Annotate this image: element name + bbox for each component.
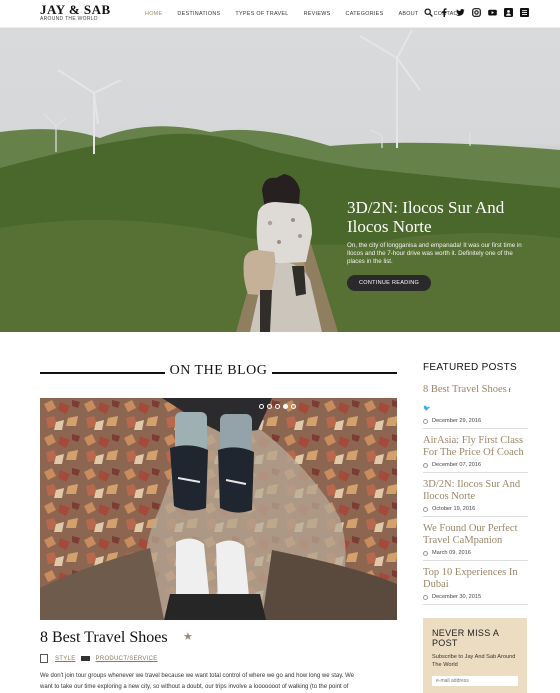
hero-banner[interactable]: 3D/2N: Ilocos Sur And Ilocos Norte On, t… xyxy=(0,28,560,332)
featured-post: 3D/2N: Ilocos Sur And Ilocos Norte Octob… xyxy=(423,479,528,517)
featured-post: AirAsia: Fly First Class For The Price O… xyxy=(423,435,528,473)
slider-dot[interactable] xyxy=(275,404,280,409)
site-logo[interactable]: JAY & SAB AROUND THE WORLD xyxy=(40,2,111,22)
post-excerpt-line: We don't join tour groups whenever we tr… xyxy=(40,673,354,679)
category-link-product-service[interactable]: PRODUCT/SERVICE xyxy=(96,656,158,662)
featured-post-date: December 29, 2016 xyxy=(423,418,528,424)
post-title[interactable]: 8 Best Travel Shoes xyxy=(40,629,168,647)
blog-section-heading: ON THE BLOG xyxy=(40,362,397,382)
slider-dot[interactable] xyxy=(259,404,264,409)
youtube-icon[interactable] xyxy=(488,8,497,17)
nav-types-of-travel[interactable]: TYPES OF TRAVEL xyxy=(235,11,288,17)
slider-dot-active[interactable] xyxy=(283,404,288,409)
continue-reading-button[interactable]: CONTINUE READING xyxy=(347,275,432,291)
clock-icon xyxy=(423,550,428,556)
post-excerpt-line: want to take our time exploring a new ci… xyxy=(40,684,349,690)
featured-post-title[interactable]: We Found Our Perfect Travel CaMpanion xyxy=(423,523,528,547)
nav-about[interactable]: ABOUT xyxy=(398,11,418,17)
heading-rule-left xyxy=(40,372,165,374)
featured-post-title[interactable]: AirAsia: Fly First Class For The Price O… xyxy=(423,435,528,459)
clock-icon xyxy=(423,594,428,600)
site-header: JAY & SAB AROUND THE WORLD HOME DESTINAT… xyxy=(0,0,560,28)
facebook-icon[interactable]: f xyxy=(509,388,511,394)
calendar-icon xyxy=(40,654,48,663)
featured-post: Top 10 Experiences In Dubai December 30,… xyxy=(423,567,528,605)
featured-post-date: October 19, 2016 xyxy=(423,506,528,512)
star-icon: ★ xyxy=(183,631,193,643)
date-text: December 07, 2016 xyxy=(432,462,482,468)
post-excerpt: We don't join tour groups whenever we tr… xyxy=(40,671,400,693)
newsletter-text: Subscribe to Jay And Sab Around The Worl… xyxy=(432,654,516,668)
logo-main-text: JAY & SAB xyxy=(40,2,111,17)
featured-post-date: December 30, 2015 xyxy=(423,594,528,600)
leaves-photo xyxy=(40,398,397,620)
date-text: March 09, 2016 xyxy=(432,550,471,556)
nav-destinations[interactable]: DESTINATIONS xyxy=(177,11,220,17)
nav-reviews[interactable]: REVIEWS xyxy=(304,11,331,17)
sidebar: FEATURED POSTS 8 Best Travel Shoes f 🐦 De… xyxy=(423,362,528,611)
main-nav: HOME DESTINATIONS TYPES OF TRAVEL REVIEW… xyxy=(145,11,461,17)
heading-rule-right xyxy=(272,372,397,374)
featured-post: We Found Our Perfect Travel CaMpanion Ma… xyxy=(423,523,528,561)
clock-icon xyxy=(423,462,428,468)
hero-excerpt: On, the city of longganisa and empanada!… xyxy=(347,242,522,265)
category-folder-icon xyxy=(80,656,90,661)
hero-text-block: 3D/2N: Ilocos Sur And Ilocos Norte On, t… xyxy=(347,198,522,291)
nav-home[interactable]: HOME xyxy=(145,11,162,17)
featured-post-title[interactable]: 8 Best Travel Shoes f xyxy=(423,384,528,397)
hero-title[interactable]: 3D/2N: Ilocos Sur And Ilocos Norte xyxy=(347,198,522,236)
post-meta: STYLE PRODUCT/SERVICE xyxy=(40,654,161,663)
slider-dot[interactable] xyxy=(291,404,296,409)
featured-post-title[interactable]: Top 10 Experiences In Dubai xyxy=(423,567,528,591)
featured-posts-heading: FEATURED POSTS xyxy=(423,362,518,373)
date-text: October 19, 2016 xyxy=(432,506,476,512)
header-icons xyxy=(424,8,529,17)
menu-icon[interactable] xyxy=(520,8,529,17)
newsletter-box: NEVER MISS A POST Subscribe to Jay And S… xyxy=(423,618,527,693)
user-icon[interactable] xyxy=(504,8,513,17)
newsletter-title: NEVER MISS A POST xyxy=(432,628,499,648)
nav-categories[interactable]: CATEGORIES xyxy=(346,11,384,17)
slider-dots xyxy=(259,404,296,409)
featured-post-date: March 09, 2016 xyxy=(423,550,528,556)
clock-icon xyxy=(423,418,428,424)
featured-post-title[interactable]: 3D/2N: Ilocos Sur And Ilocos Norte xyxy=(423,479,528,503)
email-field[interactable] xyxy=(432,676,518,686)
search-icon[interactable] xyxy=(424,8,433,17)
twitter-icon[interactable] xyxy=(456,8,465,17)
post-feature-image[interactable] xyxy=(40,398,397,620)
twitter-icon[interactable]: 🐦 xyxy=(423,406,430,412)
instagram-icon[interactable] xyxy=(472,8,481,17)
clock-icon xyxy=(423,506,428,512)
facebook-icon[interactable] xyxy=(440,8,449,17)
featured-post-title-text[interactable]: 8 Best Travel Shoes xyxy=(423,384,507,395)
category-link-style[interactable]: STYLE xyxy=(55,656,76,662)
date-text: December 29, 2016 xyxy=(432,418,482,424)
featured-posts-list: 8 Best Travel Shoes f 🐦 December 29, 2016… xyxy=(423,384,528,605)
featured-post-date: December 07, 2016 xyxy=(423,462,528,468)
slider-dot[interactable] xyxy=(267,404,272,409)
featured-post: 8 Best Travel Shoes f 🐦 December 29, 2016 xyxy=(423,384,528,429)
date-text: December 30, 2015 xyxy=(432,594,482,600)
blog-heading-text: ON THE BLOG xyxy=(169,363,268,378)
